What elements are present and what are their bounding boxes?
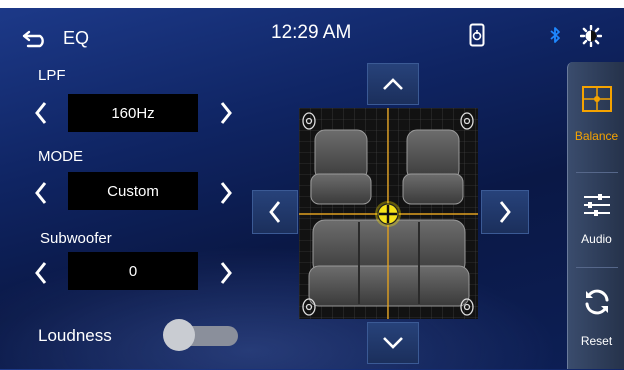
side-menu-reset[interactable]: Reset bbox=[568, 272, 624, 370]
balance-right-button[interactable] bbox=[481, 190, 529, 234]
brightness-icon[interactable] bbox=[579, 24, 603, 52]
chevron-right-icon bbox=[499, 201, 511, 223]
rear-bench-seat bbox=[308, 219, 470, 307]
bluetooth-icon bbox=[549, 26, 561, 49]
subwoofer-value: 0 bbox=[68, 252, 198, 290]
page-title: EQ bbox=[63, 28, 90, 48]
front-left-seat bbox=[310, 129, 372, 205]
loudness-toggle-knob[interactable] bbox=[163, 319, 195, 351]
status-bar: EQ 12:29 AM bbox=[0, 8, 624, 58]
subwoofer-label: Subwoofer bbox=[40, 230, 112, 247]
back-arrow-icon[interactable] bbox=[22, 30, 48, 53]
balance-left-button[interactable] bbox=[252, 190, 298, 234]
side-menu-balance[interactable]: Balance bbox=[568, 76, 624, 174]
mode-label: MODE bbox=[38, 148, 83, 165]
reset-icon bbox=[585, 289, 609, 315]
side-menu-audio[interactable]: Audio bbox=[568, 178, 624, 276]
side-menu-label: Balance bbox=[574, 129, 619, 143]
subwoofer-decrease-icon[interactable] bbox=[32, 260, 50, 286]
clock: 12:29 AM bbox=[271, 22, 352, 43]
side-menu: Balance Audio Reset bbox=[567, 62, 624, 369]
lpf-decrease-icon[interactable] bbox=[32, 100, 50, 126]
front-right-seat bbox=[402, 129, 464, 205]
balance-cabin-view[interactable] bbox=[299, 108, 478, 319]
lpf-value: 160Hz bbox=[68, 94, 198, 132]
side-menu-label: Audio bbox=[581, 232, 612, 246]
balance-down-button[interactable] bbox=[367, 322, 419, 364]
divider bbox=[576, 267, 618, 268]
chevron-up-icon bbox=[383, 78, 403, 90]
balance-position-marker bbox=[375, 201, 401, 227]
top-edge bbox=[0, 0, 624, 8]
side-menu-label: Reset bbox=[580, 334, 613, 348]
subwoofer-increase-icon[interactable] bbox=[217, 260, 235, 286]
balance-up-button[interactable] bbox=[367, 63, 419, 105]
sliders-icon bbox=[584, 194, 610, 216]
phone-link-icon[interactable] bbox=[469, 23, 485, 52]
balance-icon bbox=[582, 86, 612, 112]
mode-decrease-icon[interactable] bbox=[32, 180, 50, 206]
mode-increase-icon[interactable] bbox=[217, 180, 235, 206]
lpf-label: LPF bbox=[38, 67, 66, 84]
chevron-left-icon bbox=[269, 201, 281, 223]
loudness-label: Loudness bbox=[38, 326, 112, 345]
chevron-down-icon bbox=[383, 337, 403, 349]
divider bbox=[576, 172, 618, 173]
mode-value: Custom bbox=[68, 172, 198, 210]
lpf-increase-icon[interactable] bbox=[217, 100, 235, 126]
